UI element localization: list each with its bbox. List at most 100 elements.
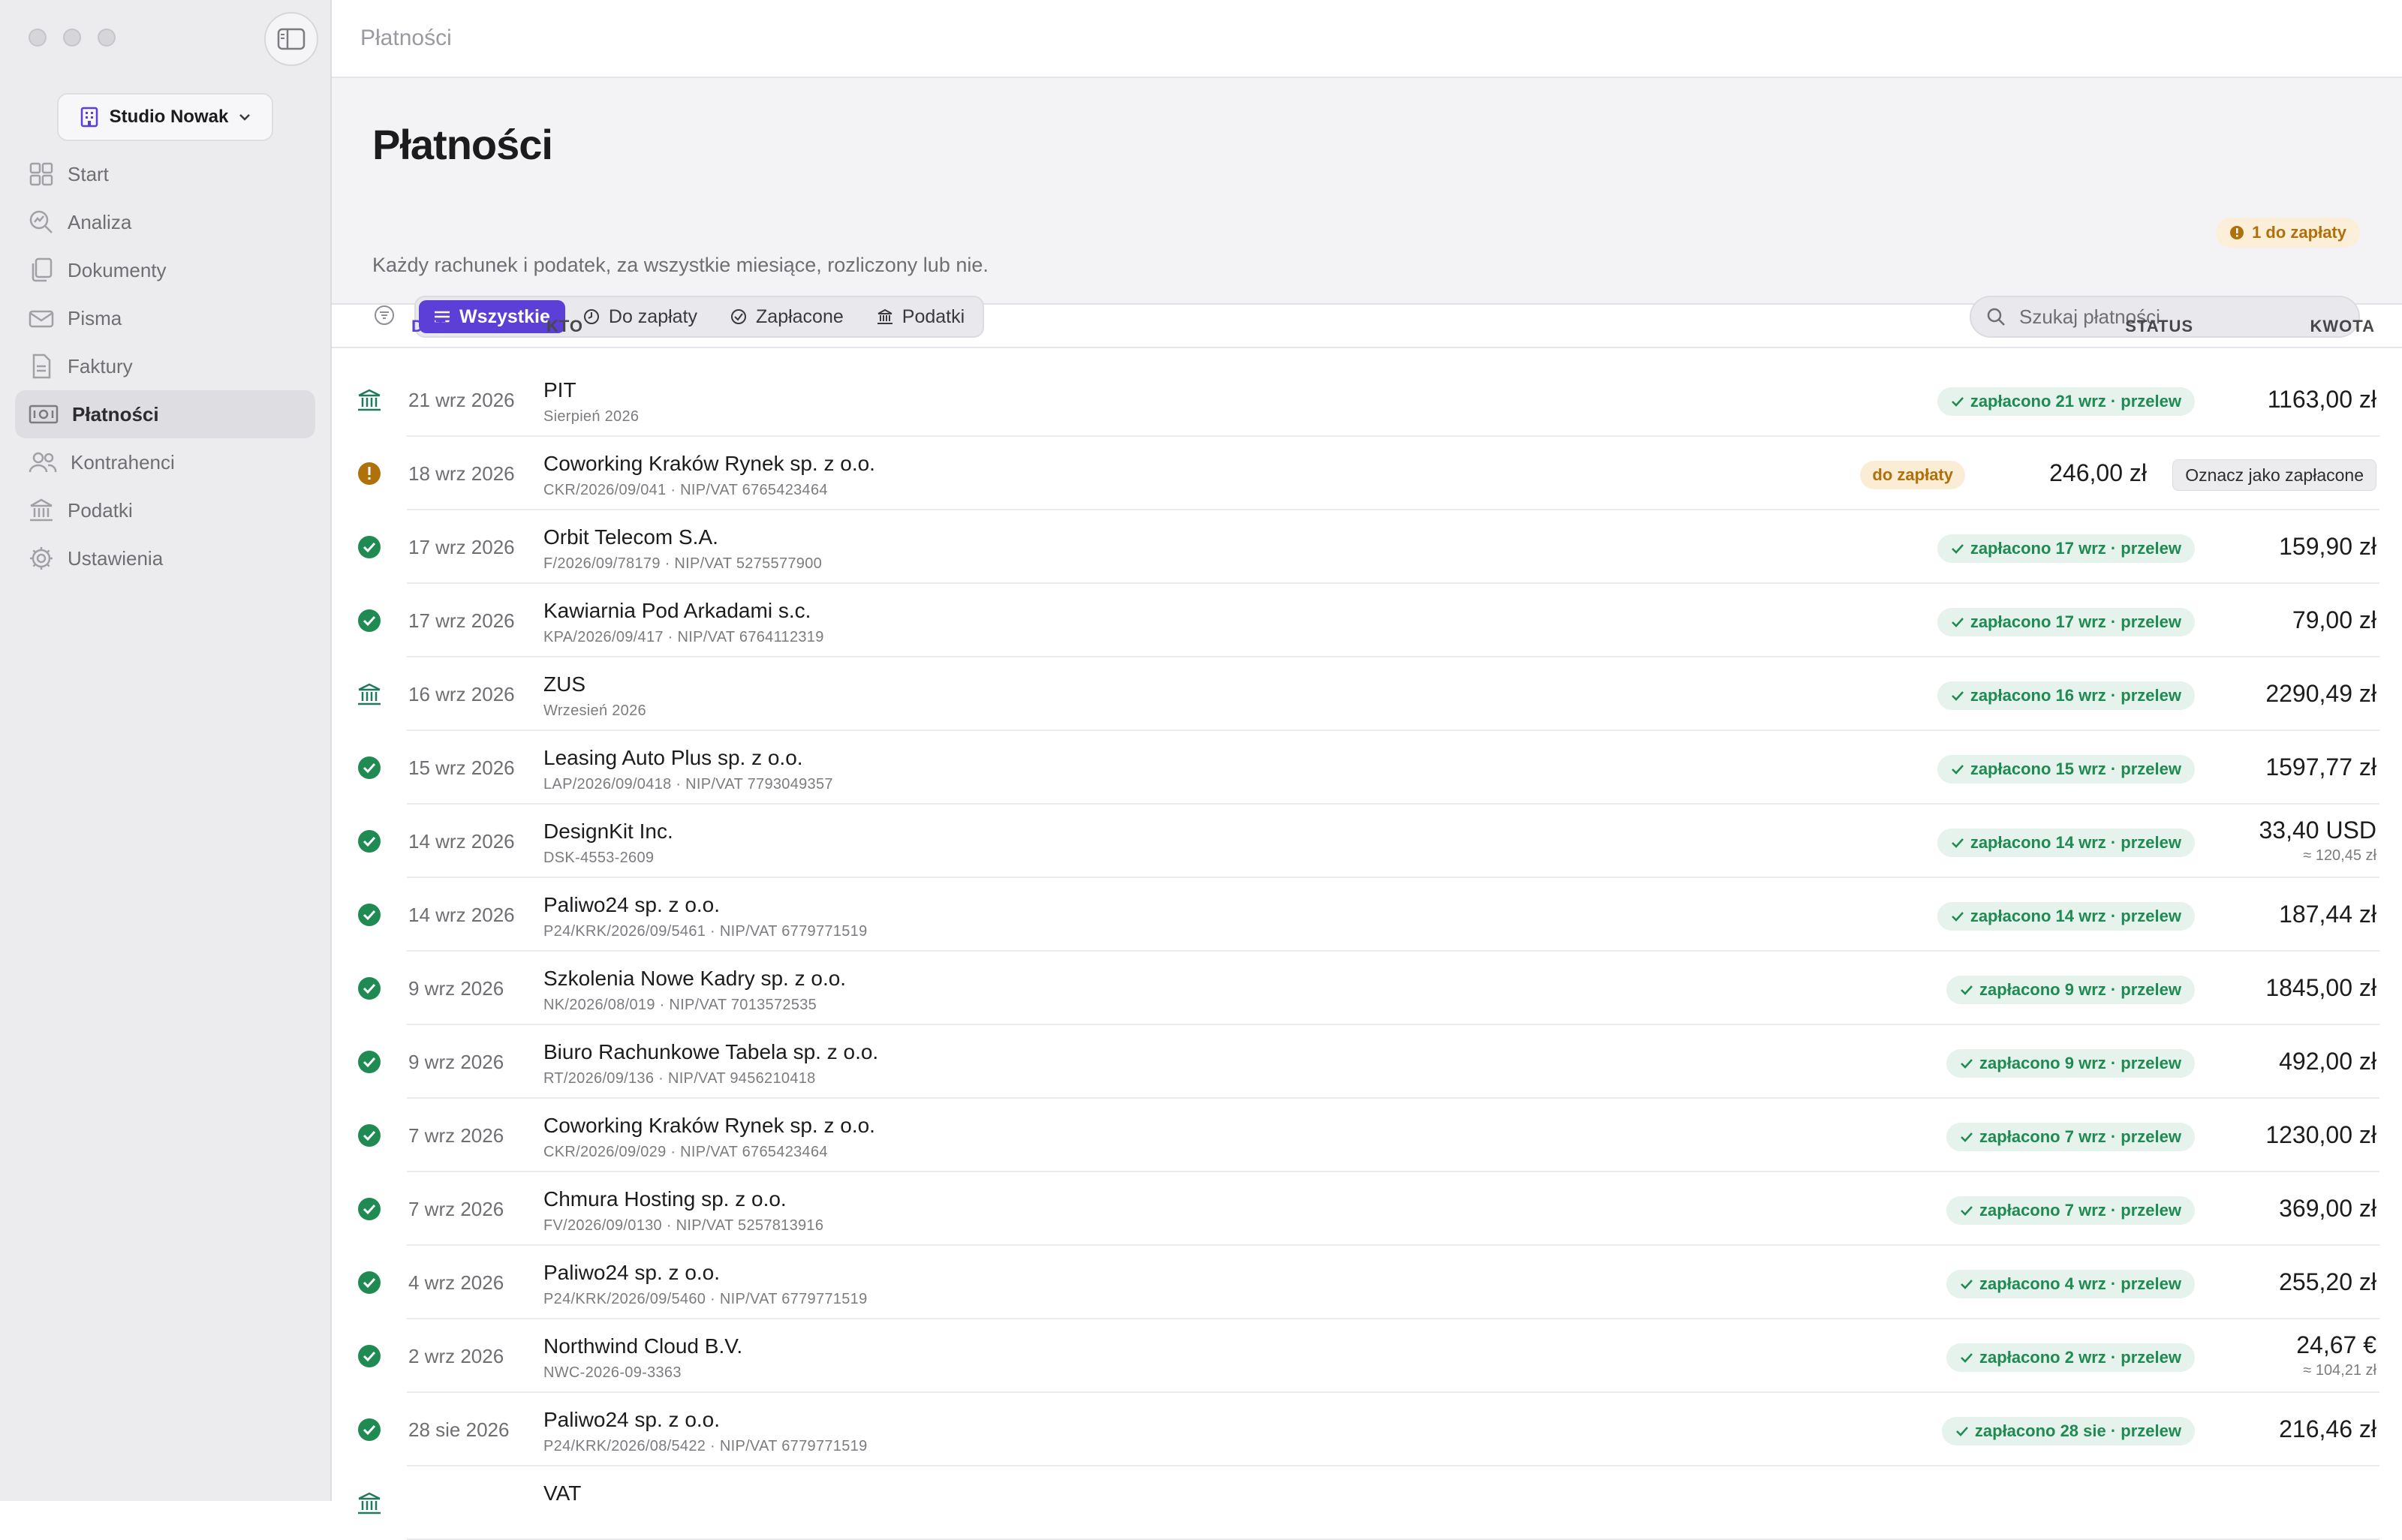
- row-payee: Paliwo24 sp. z o.o.: [543, 1408, 721, 1431]
- table-row[interactable]: 21 wrz 2026 PIT Sierpień 2026 zapłacono 21 …: [332, 363, 2402, 437]
- table-row[interactable]: 17 wrz 2026 Kawiarnia Pod Arkadami s.c. KP…: [332, 584, 2402, 657]
- row-details: CKR/2026/09/029 · NIP/VAT 6765423464: [543, 1144, 828, 1160]
- chevron-down-icon: [239, 114, 251, 121]
- column-amount-label[interactable]: KWOTA: [2310, 317, 2375, 336]
- close-window-button[interactable]: [29, 29, 47, 47]
- sidebar-item-faktury[interactable]: Faktury: [15, 342, 315, 390]
- sidebar-item-label: Ustawienia: [68, 546, 164, 570]
- status-label: zapłacono 17 wrz · przelew: [1970, 539, 2181, 558]
- checkmark-icon: [1951, 618, 1964, 627]
- tax-bank-icon: [357, 388, 381, 412]
- row-payee: VAT: [543, 1481, 582, 1505]
- sidebar-item-dokumenty[interactable]: Dokumenty: [15, 246, 315, 294]
- row-amount: 1163,00 zł: [2267, 386, 2376, 413]
- tax-bank-icon: [357, 682, 381, 706]
- mark-paid-button[interactable]: Oznacz jako zapłacone: [2172, 459, 2376, 491]
- sidebar-item-pisma[interactable]: Pisma: [15, 294, 315, 342]
- paid-check-icon: [357, 756, 381, 780]
- column-status-label[interactable]: STATUS: [2125, 317, 2193, 336]
- checkmark-icon: [1951, 912, 1964, 922]
- table-row[interactable]: 18 wrz 2026 Coworking Kraków Rynek sp. z …: [332, 437, 2402, 510]
- table-row[interactable]: 9 wrz 2026 Biuro Rachunkowe Tabela sp. z …: [332, 1025, 2402, 1099]
- row-payee: ZUS: [543, 672, 585, 696]
- row-amount: 1845,00 zł: [2265, 974, 2376, 1001]
- table-row[interactable]: VAT: [332, 1466, 2402, 1540]
- sidebar-item-start[interactable]: Start: [15, 150, 315, 198]
- checkmark-icon: [1961, 1353, 1973, 1363]
- table-row[interactable]: 28 sie 2026 Paliwo24 sp. z o.o. P24/KRK/20…: [332, 1393, 2402, 1466]
- table-row[interactable]: 17 wrz 2026 Orbit Telecom S.A. F/2026/09/7…: [332, 510, 2402, 584]
- magnifier-chart-icon: [29, 210, 53, 233]
- workspace-switcher[interactable]: Studio Nowak: [57, 93, 273, 141]
- status-badge: zapłacono 28 sie · przelew: [1941, 1417, 2195, 1445]
- row-payee: DesignKit Inc.: [543, 820, 673, 843]
- row-amount: 216,46 zł: [2279, 1415, 2376, 1442]
- row-date: 18 wrz 2026: [408, 462, 515, 485]
- sidebar: Studio Nowak Start Analiza Dokumenty Pis…: [0, 0, 332, 1501]
- table-row[interactable]: 7 wrz 2026 Coworking Kraków Rynek sp. z o…: [332, 1099, 2402, 1172]
- status-badge: zapłacono 7 wrz · przelew: [1946, 1123, 2195, 1151]
- row-payee: Orbit Telecom S.A.: [543, 525, 718, 549]
- zoom-window-button[interactable]: [98, 29, 116, 47]
- row-details: P24/KRK/2026/09/5460 · NIP/VAT 677977151…: [543, 1291, 868, 1307]
- row-amount: 1597,77 zł: [2265, 753, 2376, 781]
- table-row[interactable]: 2 wrz 2026 Northwind Cloud B.V. NWC-2026-0…: [332, 1319, 2402, 1393]
- paid-check-icon: [357, 903, 381, 927]
- table-row[interactable]: 4 wrz 2026 Paliwo24 sp. z o.o. P24/KRK/202…: [332, 1246, 2402, 1319]
- sidebar-item-ustawienia[interactable]: Ustawienia: [15, 534, 315, 582]
- sidebar-item-label: Dokumenty: [68, 258, 167, 281]
- paid-check-icon: [357, 1271, 381, 1295]
- row-date: 9 wrz 2026: [408, 977, 504, 1000]
- row-details: NWC-2026-09-3363: [543, 1364, 682, 1381]
- row-date: 17 wrz 2026: [408, 536, 515, 558]
- status-label: zapłacono 4 wrz · przelew: [1979, 1274, 2181, 1293]
- table-row[interactable]: 7 wrz 2026 Chmura Hosting sp. z o.o. FV/20…: [332, 1172, 2402, 1246]
- column-date-label: DATA: [411, 317, 458, 335]
- sidebar-item-podatki[interactable]: Podatki: [15, 486, 315, 534]
- status-badge: zapłacono 15 wrz · przelew: [1937, 755, 2195, 784]
- status-badge: zapłacono 14 wrz · przelew: [1937, 829, 2195, 857]
- sidebar-item-analiza[interactable]: Analiza: [15, 198, 315, 246]
- pending-payments-badge[interactable]: 1 do zapłaty: [2216, 218, 2360, 248]
- due-alert-icon: [357, 462, 381, 486]
- sidebar-toggle-button[interactable]: [264, 12, 318, 66]
- checkmark-icon: [1951, 765, 1964, 775]
- minimize-window-button[interactable]: [63, 29, 81, 47]
- page-header: Płatności Każdy rachunek i podatek, za w…: [332, 78, 2402, 338]
- sidebar-item-kontrahenci[interactable]: Kontrahenci: [15, 438, 315, 486]
- table-row[interactable]: 14 wrz 2026 DesignKit Inc. DSK-4553-2609 za…: [332, 805, 2402, 878]
- row-details: P24/KRK/2026/08/5422 · NIP/VAT 677977151…: [543, 1438, 868, 1454]
- paid-check-icon: [357, 1050, 381, 1074]
- invoice-icon: [32, 353, 51, 379]
- row-date: 7 wrz 2026: [408, 1124, 504, 1147]
- checkmark-icon: [1951, 397, 1964, 407]
- paid-check-icon: [357, 1344, 381, 1368]
- window-controls: [29, 29, 116, 47]
- row-payee: Northwind Cloud B.V.: [543, 1334, 743, 1358]
- bank-icon: [30, 498, 53, 522]
- status-badge: zapłacono 14 wrz · przelew: [1937, 902, 2195, 931]
- sidebar-nav: Start Analiza Dokumenty Pisma Faktury Pł…: [15, 150, 315, 582]
- window-title: Płatności: [360, 26, 452, 50]
- column-date-sort[interactable]: DATA: [411, 317, 476, 336]
- row-details: KPA/2026/09/417 · NIP/VAT 6764112319: [543, 629, 824, 645]
- people-icon: [29, 452, 57, 473]
- checkmark-icon: [1961, 1132, 1973, 1142]
- row-amount: 1230,00 zł: [2265, 1121, 2376, 1148]
- checkmark-icon: [1956, 1427, 1968, 1436]
- table-row[interactable]: 14 wrz 2026 Paliwo24 sp. z o.o. P24/KRK/20…: [332, 878, 2402, 952]
- documents-icon: [32, 257, 53, 282]
- row-details: FV/2026/09/0130 · NIP/VAT 5257813916: [543, 1217, 824, 1234]
- sidebar-item-label: Podatki: [68, 498, 133, 522]
- main-content: Płatności Płatności Każdy rachunek i pod…: [332, 0, 2402, 1540]
- table-row[interactable]: 16 wrz 2026 ZUS Wrzesień 2026 zapłacono 16 …: [332, 657, 2402, 731]
- sidebar-icon: [277, 28, 306, 50]
- table-row[interactable]: 9 wrz 2026 Szkolenia Nowe Kadry sp. z o.o…: [332, 952, 2402, 1025]
- row-details: RT/2026/09/136 · NIP/VAT 9456210418: [543, 1070, 816, 1087]
- row-details: CKR/2026/09/041 · NIP/VAT 6765423464: [543, 482, 828, 498]
- table-row[interactable]: 15 wrz 2026 Leasing Auto Plus sp. z o.o. L…: [332, 731, 2402, 805]
- row-payee: Chmura Hosting sp. z o.o.: [543, 1187, 787, 1211]
- row-date: 2 wrz 2026: [408, 1345, 504, 1367]
- sidebar-item-platnosci[interactable]: Płatności: [15, 390, 315, 438]
- column-who-label[interactable]: KTO: [546, 317, 583, 336]
